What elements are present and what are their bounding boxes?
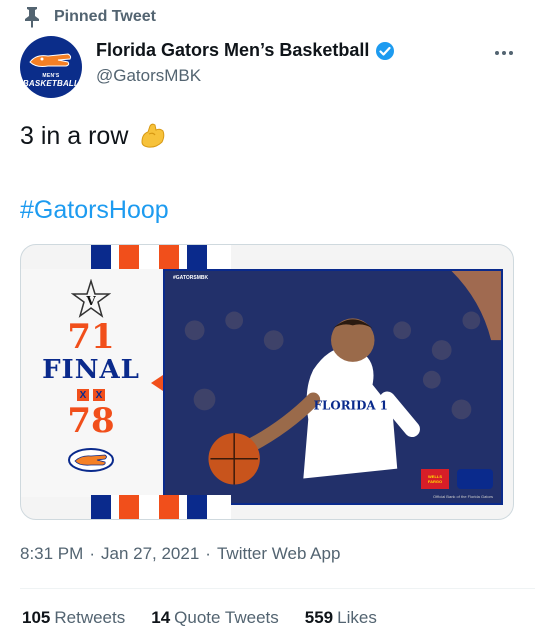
divider (20, 588, 535, 589)
display-name-text[interactable]: Florida Gators Men’s Basketball (96, 40, 369, 61)
retweets-stat[interactable]: 105 Retweets (22, 608, 125, 628)
tweet-date[interactable]: Jan 27, 2021 (101, 544, 199, 564)
quote-tweets-label: Quote Tweets (174, 608, 279, 627)
photo-credit: Official Bank of the Florida Gators (433, 494, 493, 499)
vanderbilt-logo-icon: V (71, 279, 111, 318)
more-options-icon[interactable] (495, 46, 517, 60)
meta-separator: · (205, 544, 211, 563)
author-display-name[interactable]: Florida Gators Men’s Basketball (96, 40, 395, 61)
retweets-label: Retweets (54, 608, 126, 627)
tweet-media[interactable]: V 71 FINAL XX 78 FLORIDA 1 #GATORSMBK WE… (20, 244, 514, 520)
tweet-body: 3 in a row (20, 121, 129, 150)
avatar[interactable]: MEN'S BASKETBALL (20, 36, 82, 98)
player-illustration: FLORIDA 1 (165, 271, 501, 503)
author-handle[interactable]: @GatorsMBK (96, 66, 201, 86)
pinned-header: Pinned Tweet (22, 4, 156, 30)
likes-count: 559 (304, 608, 334, 627)
pointer-arrow (151, 375, 163, 391)
pin-icon (22, 6, 42, 28)
retweets-count: 105 (22, 608, 51, 627)
gator-logo-icon (29, 53, 72, 67)
verified-badge-icon (375, 41, 395, 61)
flexed-biceps-emoji-icon (136, 120, 168, 152)
engagement-stats: 105 Retweets 14 Quote Tweets 559 Likes (22, 608, 377, 628)
gator-badge-icon (457, 469, 493, 489)
meta-separator: · (89, 544, 95, 563)
divider-marks: XX (77, 389, 105, 401)
away-score: 71 (67, 317, 115, 357)
score-panel: V 71 FINAL XX 78 (21, 269, 161, 497)
gator-logo-icon (68, 448, 114, 472)
stripes-decoration (91, 495, 231, 519)
quote-tweets-count: 14 (151, 608, 171, 627)
wells-fargo-logo: WELLS FARGO (421, 469, 449, 489)
likes-label: Likes (337, 608, 377, 627)
jersey-text: FLORIDA 1 (314, 398, 388, 412)
quote-tweets-stat[interactable]: 14 Quote Tweets (151, 608, 279, 628)
tweet-text: 3 in a row (20, 120, 168, 152)
avatar-text-basketball: BASKETBALL (22, 79, 80, 88)
pinned-label: Pinned Tweet (54, 8, 156, 25)
tweet-source[interactable]: Twitter Web App (217, 544, 340, 564)
hashtag-link[interactable]: #GatorsHoop (20, 196, 169, 225)
likes-stat[interactable]: 559 Likes (305, 608, 377, 628)
tweet-meta: 8:31 PM · Jan 27, 2021 · Twitter Web App (20, 544, 340, 564)
game-status: FINAL (42, 355, 140, 385)
home-score: 78 (67, 401, 115, 441)
photo-hashtag: #GATORSMBK (173, 275, 209, 281)
game-photo: FLORIDA 1 #GATORSMBK WELLS FARGO Officia… (163, 269, 503, 505)
svg-text:V: V (85, 294, 96, 308)
tweet-time[interactable]: 8:31 PM (20, 544, 83, 564)
stripes-decoration (91, 245, 231, 269)
